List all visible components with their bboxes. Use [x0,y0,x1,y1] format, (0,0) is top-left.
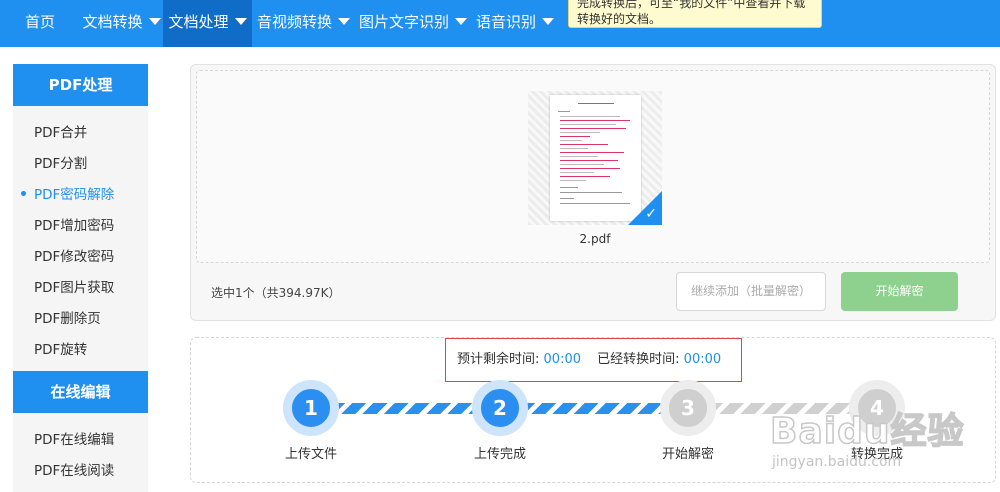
sidebar-item-pdf-unlock-label: PDF密码解除 [34,187,115,203]
nav-home-label: 首页 [24,13,55,31]
chevron-down-icon [455,18,467,25]
step-2-label: 上传完成 [473,447,526,462]
sidebar-section-title-pdf: PDF处理 [13,64,148,106]
nav-speech[interactable]: 语音识别 [471,0,559,47]
active-dot-icon [21,191,26,196]
elapsed-time-value: 00:00 [683,352,722,367]
watermark-url: jingyan.baidu.com [772,454,902,470]
sidebar-item-pdf-rotate[interactable]: PDF旋转 [34,338,87,358]
upload-panel: ✓ 2.pdf 选中1个（共394.97K） 继续添加（批量解密） 开始解密 [190,64,996,321]
watermark-logo: Baidu经验 [769,410,965,453]
sidebar-item-pdf-change-password[interactable]: PDF修改密码 [34,245,114,265]
tooltip-line-1: 完成转换后，可至“我的文件”中查看并下载 [577,0,806,10]
file-thumbnail[interactable]: ✓ [528,91,662,225]
step-2-circle: 2 [472,380,528,436]
sidebar-item-pdf-online-read[interactable]: PDF在线阅读 [34,459,114,479]
step-1-label: 上传文件 [284,447,337,462]
chevron-down-icon [542,18,554,25]
add-more-files-button[interactable]: 继续添加（批量解密） [676,272,826,311]
elapsed-time-label: 已经转换时间: [597,352,680,367]
sidebar: PDF处理 PDF合并 PDF分割 PDF密码解除 PDF增加密码 PDF修改密… [13,64,148,492]
step-3-label: 开始解密 [661,447,714,462]
start-decrypt-button[interactable]: 开始解密 [841,272,958,311]
progress-bar-segment-1 [331,403,491,414]
nav-home[interactable]: 首页 [0,0,80,47]
sidebar-item-pdf-merge[interactable]: PDF合并 [34,121,87,141]
nav-doc-process-label: 文档处理 [168,13,229,31]
step-3-circle: 3 [660,380,716,436]
top-nav: 首页 文档转换 文档处理 音视频转换 图片文字识别 语音识别 [0,0,1000,47]
chevron-down-icon [234,18,247,25]
sidebar-item-pdf-add-password[interactable]: PDF增加密码 [34,214,114,234]
nav-speech-label: 语音识别 [475,13,536,31]
progress-bar-segment-2 [521,403,681,414]
step-1-circle: 1 [283,380,339,436]
sidebar-item-pdf-delete-pages[interactable]: PDF删除页 [34,307,101,327]
chevron-down-icon [148,18,161,25]
sidebar-item-pdf-online-edit[interactable]: PDF在线编辑 [34,428,114,448]
tooltip-line-2: 转换好的文档。 [577,12,662,26]
baidu-jingyan-watermark: Baidu经验 jingyan.baidu.com [769,398,996,488]
nav-doc-convert[interactable]: 文档转换 [80,0,163,47]
nav-av-convert-label: 音视频转换 [256,13,332,31]
chevron-down-icon [338,18,350,25]
sidebar-item-pdf-unlock[interactable]: PDF密码解除 [21,183,115,203]
sidebar-section-title-online-edit: 在线编辑 [13,371,148,413]
nav-av-convert[interactable]: 音视频转换 [252,0,355,47]
sidebar-item-pdf-split[interactable]: PDF分割 [34,152,87,172]
file-name: 2.pdf [579,232,611,246]
nav-doc-convert-label: 文档转换 [82,13,143,31]
nav-ocr[interactable]: 图片文字识别 [355,0,471,47]
nav-ocr-label: 图片文字识别 [358,13,449,31]
check-icon: ✓ [645,206,657,222]
file-dropzone[interactable]: ✓ 2.pdf [196,70,990,263]
sidebar-item-pdf-extract-images[interactable]: PDF图片获取 [34,276,114,296]
time-info-box: 预计剩余时间: 00:00 已经转换时间: 00:00 [445,338,742,382]
selection-info: 选中1个（共394.97K） [211,286,341,300]
tooltip-popup: 完成转换后，可至“我的文件”中查看并下载 转换好的文档。 [568,0,822,28]
remaining-time-label: 预计剩余时间: [457,352,540,367]
nav-doc-process[interactable]: 文档处理 [163,0,252,47]
remaining-time-value: 00:00 [543,352,581,367]
